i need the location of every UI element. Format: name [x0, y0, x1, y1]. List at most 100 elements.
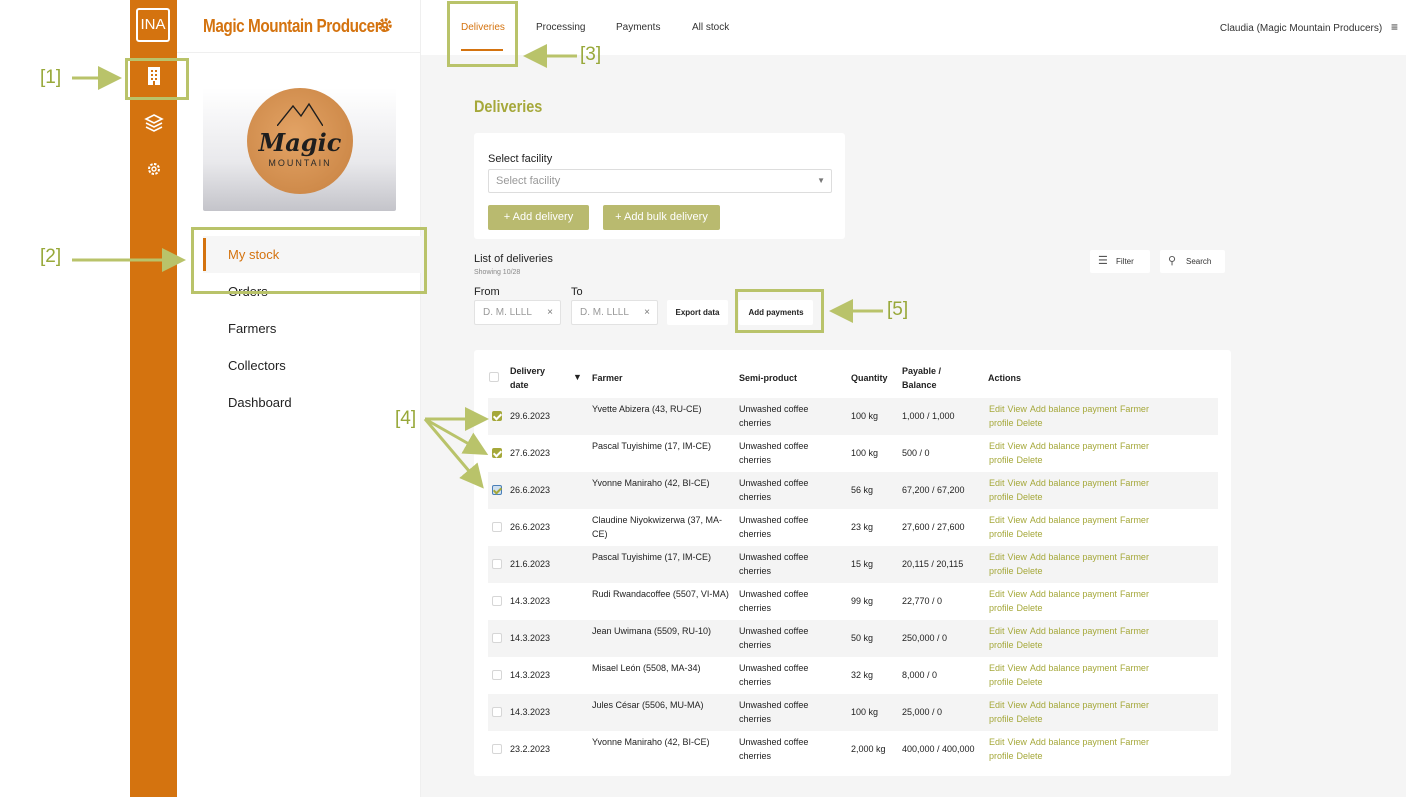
tab-all-stock[interactable]: All stock	[692, 22, 729, 33]
col-semi-product[interactable]: Semi-product	[739, 371, 797, 385]
export-data-button[interactable]: Export data	[667, 300, 728, 325]
edit-link[interactable]: Edit	[989, 478, 1005, 488]
quantity: 32 kg	[851, 670, 874, 680]
delete-link[interactable]: Delete	[1017, 492, 1043, 502]
add-balance-payment-link[interactable]: Add balance payment	[1030, 478, 1117, 488]
delete-link[interactable]: Delete	[1017, 751, 1043, 761]
annotation-label-2: [2]	[40, 246, 62, 267]
user-name: Claudia (Magic Mountain Producers)	[1219, 23, 1383, 34]
row-checkbox[interactable]	[492, 633, 502, 643]
sidebar-item-farmers[interactable]: Farmers	[203, 310, 421, 347]
sort-desc-icon[interactable]: ▼	[573, 370, 582, 384]
delete-link[interactable]: Delete	[1017, 640, 1043, 650]
annotation-box-5	[735, 289, 824, 333]
delete-link[interactable]: Delete	[1017, 714, 1043, 724]
sidebar-item-collectors[interactable]: Collectors	[203, 347, 421, 384]
add-balance-payment-link[interactable]: Add balance payment	[1030, 515, 1117, 525]
delete-link[interactable]: Delete	[1017, 455, 1043, 465]
tab-processing[interactable]: Processing	[536, 22, 585, 33]
facility-label: Select facility	[488, 153, 553, 165]
col-payable-balance[interactable]: Payable / Balance	[902, 364, 962, 392]
delete-link[interactable]: Delete	[1017, 677, 1043, 687]
delivery-date: 27.6.2023	[510, 448, 551, 458]
col-quantity[interactable]: Quantity	[851, 371, 888, 385]
add-balance-payment-link[interactable]: Add balance payment	[1030, 737, 1117, 747]
view-link[interactable]: View	[1008, 404, 1027, 414]
farmer-name: Jean Uwimana (5509, RU-10)	[592, 626, 712, 636]
semi-product: Unwashed coffee cherries	[739, 589, 809, 613]
edit-link[interactable]: Edit	[989, 663, 1005, 673]
row-checkbox[interactable]	[492, 559, 502, 569]
row-checkbox[interactable]	[492, 707, 502, 717]
row-actions: Edit View Add balance payment Farmer profil…	[989, 476, 1189, 504]
edit-link[interactable]: Edit	[989, 626, 1005, 636]
delete-link[interactable]: Delete	[1017, 566, 1043, 576]
row-checkbox[interactable]	[492, 596, 502, 606]
row-checkbox[interactable]	[492, 744, 502, 754]
view-link[interactable]: View	[1008, 441, 1027, 451]
annotation-box-2	[191, 227, 427, 294]
to-date-input[interactable]: D. M. LLLL ×	[571, 300, 658, 325]
annotation-label-4: [4]	[395, 408, 417, 429]
row-checkbox[interactable]	[492, 485, 502, 495]
facility-select[interactable]: Select facility ▼	[488, 169, 832, 193]
table-row: 14.3.2023 Jules César (5506, MU-MA) Unwash…	[488, 694, 1218, 731]
add-balance-payment-link[interactable]: Add balance payment	[1030, 552, 1117, 562]
add-bulk-delivery-button[interactable]: + Add bulk delivery	[603, 205, 720, 230]
hamburger-menu-icon[interactable]: ≡	[1391, 20, 1398, 34]
row-checkbox[interactable]	[492, 670, 502, 680]
search-button[interactable]: ⚲ Search	[1160, 250, 1225, 273]
filter-button[interactable]: ☰ Filter	[1090, 250, 1150, 273]
clear-from-date-icon[interactable]: ×	[547, 301, 553, 324]
view-link[interactable]: View	[1008, 700, 1027, 710]
add-delivery-button[interactable]: + Add delivery	[488, 205, 589, 230]
view-link[interactable]: View	[1008, 478, 1027, 488]
view-link[interactable]: View	[1008, 552, 1027, 562]
delete-link[interactable]: Delete	[1017, 529, 1043, 539]
table-row: 21.6.2023 Pascal Tuyishime (17, IM-CE) Unw…	[488, 546, 1218, 583]
settings-gear-icon[interactable]	[130, 161, 177, 177]
row-actions: Edit View Add balance payment Farmer profil…	[989, 735, 1189, 763]
add-balance-payment-link[interactable]: Add balance payment	[1030, 700, 1117, 710]
edit-link[interactable]: Edit	[989, 441, 1005, 451]
semi-product: Unwashed coffee cherries	[739, 700, 809, 724]
edit-link[interactable]: Edit	[989, 737, 1005, 747]
from-date-input[interactable]: D. M. LLLL ×	[474, 300, 561, 325]
add-balance-payment-link[interactable]: Add balance payment	[1030, 626, 1117, 636]
delete-link[interactable]: Delete	[1017, 418, 1043, 428]
delete-link[interactable]: Delete	[1017, 603, 1043, 613]
sidebar-item-dashboard[interactable]: Dashboard	[203, 384, 421, 421]
edit-link[interactable]: Edit	[989, 552, 1005, 562]
row-actions: Edit View Add balance payment Farmer profil…	[989, 698, 1189, 726]
view-link[interactable]: View	[1008, 626, 1027, 636]
edit-link[interactable]: Edit	[989, 589, 1005, 599]
quantity: 15 kg	[851, 559, 874, 569]
add-balance-payment-link[interactable]: Add balance payment	[1030, 589, 1117, 599]
payable-balance: 8,000 / 0	[902, 670, 938, 680]
list-count: Showing 10/28	[474, 269, 521, 276]
layers-icon[interactable]	[130, 113, 177, 133]
view-link[interactable]: View	[1008, 663, 1027, 673]
view-link[interactable]: View	[1008, 589, 1027, 599]
quantity: 99 kg	[851, 596, 874, 606]
view-link[interactable]: View	[1008, 515, 1027, 525]
row-actions: Edit View Add balance payment Farmer profil…	[989, 587, 1189, 615]
edit-link[interactable]: Edit	[989, 700, 1005, 710]
row-checkbox[interactable]	[492, 522, 502, 532]
logo-subword: MOUNTAIN	[268, 158, 332, 168]
col-delivery-date[interactable]: Delivery date	[510, 364, 560, 392]
view-link[interactable]: View	[1008, 737, 1027, 747]
add-balance-payment-link[interactable]: Add balance payment	[1030, 404, 1117, 414]
col-farmer[interactable]: Farmer	[592, 371, 623, 385]
add-balance-payment-link[interactable]: Add balance payment	[1030, 663, 1117, 673]
row-checkbox[interactable]	[492, 411, 502, 421]
row-checkbox[interactable]	[492, 448, 502, 458]
edit-link[interactable]: Edit	[989, 404, 1005, 414]
tab-payments[interactable]: Payments	[616, 22, 660, 33]
add-balance-payment-link[interactable]: Add balance payment	[1030, 441, 1117, 451]
clear-to-date-icon[interactable]: ×	[644, 301, 650, 324]
select-all-checkbox[interactable]	[489, 372, 499, 382]
user-menu[interactable]: Claudia (Magic Mountain Producers) ≡	[1220, 20, 1398, 34]
org-settings-gear-icon[interactable]	[377, 17, 393, 38]
edit-link[interactable]: Edit	[989, 515, 1005, 525]
